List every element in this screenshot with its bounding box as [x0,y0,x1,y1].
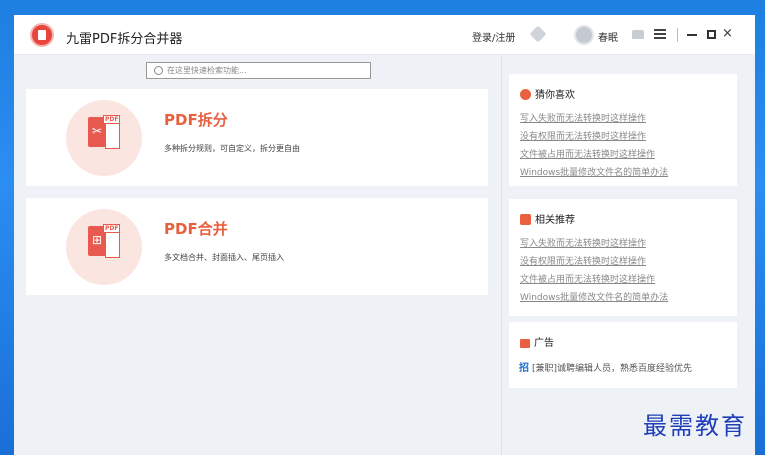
recommend-link[interactable]: 写入失败而无法转换时这样操作 [520,235,668,253]
login-register-link[interactable]: 登录/注册 [472,29,515,44]
pdf-tag: PDF [103,115,121,124]
panel-heading: 广告 [520,334,554,349]
split-icon-circle: ✂ PDF [66,100,142,176]
search-input[interactable] [167,63,367,78]
skin-shirt-icon[interactable] [632,30,644,39]
guess-link[interactable]: 没有权限而无法转换时这样操作 [520,128,668,146]
title-bar: 九雷PDF拆分合并器 登录/注册 春眠 × [14,15,755,55]
merge-glyph: ⊞ [92,233,103,247]
guess-link-list: 写入失败而无法转换时这样操作 没有权限而无法转换时这样操作 文件被占用而无法转换… [520,110,668,182]
merge-icon-circle: ⊞ PDF [66,209,142,285]
avatar[interactable] [574,25,594,45]
merge-description: 多文档合并、封面插入、尾页插入 [164,253,284,262]
search-icon [154,66,163,75]
guess-you-like-panel: 猜你喜欢 写入失败而无法转换时这样操作 没有权限而无法转换时这样操作 文件被占用… [509,74,737,186]
split-feature-card[interactable]: ✂ PDF PDF拆分 多种拆分规则，可自定义，拆分更自由 [26,89,488,186]
ad-text-line[interactable]: 招 [兼职]诚聘编辑人员，熟悉百度经验优先 [519,359,692,374]
heart-icon [520,89,531,100]
megaphone-icon [520,339,530,348]
titlebar-divider [677,28,678,42]
recruit-badge-icon: 招 [519,363,529,374]
guess-link[interactable]: Windows批量修改文件名的简单办法 [520,164,668,182]
app-logo-icon [30,23,54,47]
menu-icon[interactable] [654,29,666,39]
username-label[interactable]: 春眠 [598,29,618,44]
guess-link[interactable]: 写入失败而无法转换时这样操作 [520,110,668,128]
document-icon [105,232,120,258]
main-area: ✂ PDF PDF拆分 多种拆分规则，可自定义，拆分更自由 ⊞ PDF PDF合… [14,56,501,455]
minimize-button[interactable] [687,34,697,36]
recommend-link-list: 写入失败而无法转换时这样操作 没有权限而无法转换时这样操作 文件被占用而无法转换… [520,235,668,307]
recommend-link[interactable]: 文件被占用而无法转换时这样操作 [520,271,668,289]
document-icon [105,123,120,149]
maximize-button[interactable] [707,30,716,39]
pdf-tag: PDF [103,224,121,233]
scissors-glyph: ✂ [92,124,103,138]
close-button[interactable]: × [722,26,733,42]
merge-title[interactable]: PDF合并 [164,218,228,239]
ad-text[interactable]: [兼职]诚聘编辑人员，熟悉百度经验优先 [532,364,692,374]
thumbs-up-icon [520,214,531,225]
recommend-panel: 相关推荐 写入失败而无法转换时这样操作 没有权限而无法转换时这样操作 文件被占用… [509,199,737,316]
vip-diamond-icon[interactable] [529,25,547,43]
split-title[interactable]: PDF拆分 [164,109,228,130]
split-description: 多种拆分规则，可自定义，拆分更自由 [164,144,300,153]
merge-feature-card[interactable]: ⊞ PDF PDF合并 多文档合并、封面插入、尾页插入 [26,198,488,295]
recommend-link[interactable]: Windows批量修改文件名的简单办法 [520,289,668,307]
right-sidebar: 猜你喜欢 写入失败而无法转换时这样操作 没有权限而无法转换时这样操作 文件被占用… [501,56,755,455]
app-window: 九雷PDF拆分合并器 登录/注册 春眠 × ✂ PDF PDF拆分 多种拆分规则… [14,15,755,455]
search-box[interactable] [146,62,371,79]
ad-title: 广告 [534,338,554,349]
panel-heading: 猜你喜欢 [520,86,575,101]
recommend-title: 相关推荐 [535,215,575,226]
recommend-link[interactable]: 没有权限而无法转换时这样操作 [520,253,668,271]
guess-link[interactable]: 文件被占用而无法转换时这样操作 [520,146,668,164]
watermark: 最需教育 [643,412,747,440]
panel-heading: 相关推荐 [520,211,575,226]
ad-panel: 广告 招 [兼职]诚聘编辑人员，熟悉百度经验优先 [509,322,737,388]
guess-title: 猜你喜欢 [535,90,575,101]
app-title: 九雷PDF拆分合并器 [66,32,183,47]
